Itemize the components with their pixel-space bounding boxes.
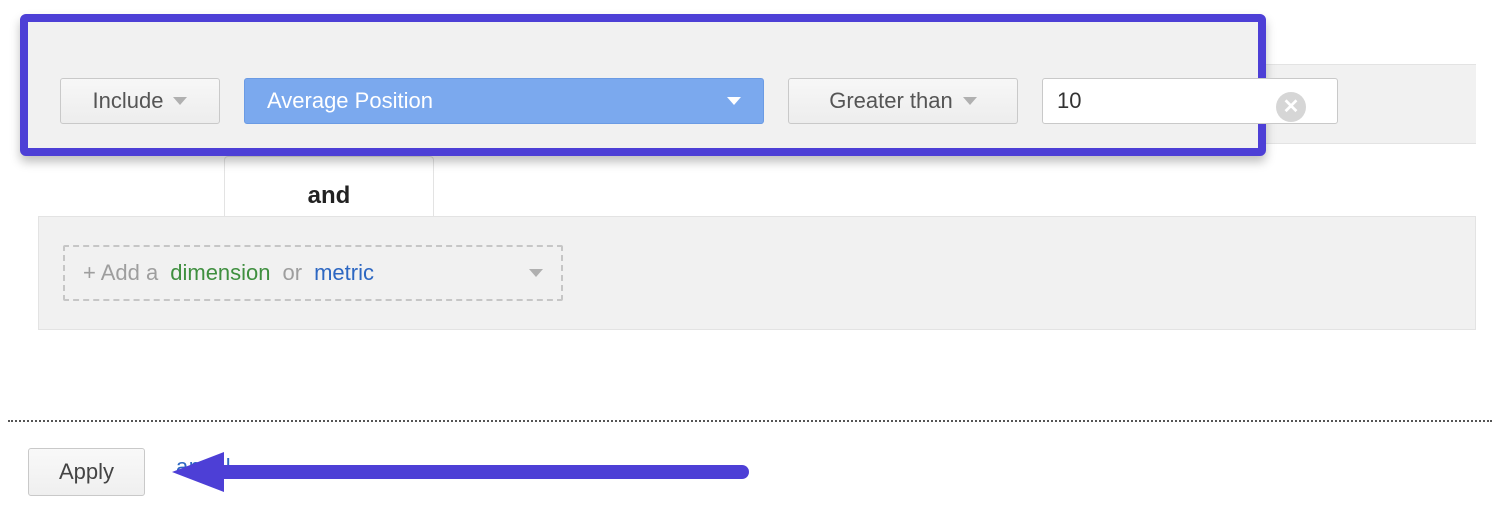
conjunction-tab: and <box>224 156 434 216</box>
include-dropdown[interactable]: Include <box>60 78 220 124</box>
dimension-word: dimension <box>170 260 270 286</box>
include-label: Include <box>93 88 164 114</box>
dimension-dropdown[interactable]: Average Position <box>244 78 764 124</box>
filter-row: Include Average Position Greater than <box>60 78 1338 124</box>
apply-label: Apply <box>59 459 114 484</box>
add-filter-row: + Add a dimension or metric <box>38 216 1476 330</box>
condition-dropdown[interactable]: Greater than <box>788 78 1018 124</box>
section-divider <box>8 420 1492 422</box>
metric-word: metric <box>314 260 374 286</box>
cancel-link-fragment: ancel <box>176 454 231 480</box>
conjunction-label: and <box>308 182 351 210</box>
annotation-arrow-icon <box>172 450 752 506</box>
chevron-down-icon <box>727 97 741 105</box>
remove-filter-icon[interactable] <box>1276 92 1306 122</box>
chevron-down-icon <box>173 97 187 105</box>
add-middle: or <box>283 260 303 286</box>
add-prefix: + Add a <box>83 260 158 286</box>
condition-label: Greater than <box>829 88 953 114</box>
chevron-down-icon <box>529 269 543 277</box>
add-dimension-metric-button[interactable]: + Add a dimension or metric <box>63 245 563 301</box>
chevron-down-icon <box>963 97 977 105</box>
dimension-label: Average Position <box>267 88 433 114</box>
apply-row: Apply <box>28 448 145 496</box>
apply-button[interactable]: Apply <box>28 448 145 496</box>
screenshot-root: Include Average Position Greater than an… <box>0 0 1500 531</box>
